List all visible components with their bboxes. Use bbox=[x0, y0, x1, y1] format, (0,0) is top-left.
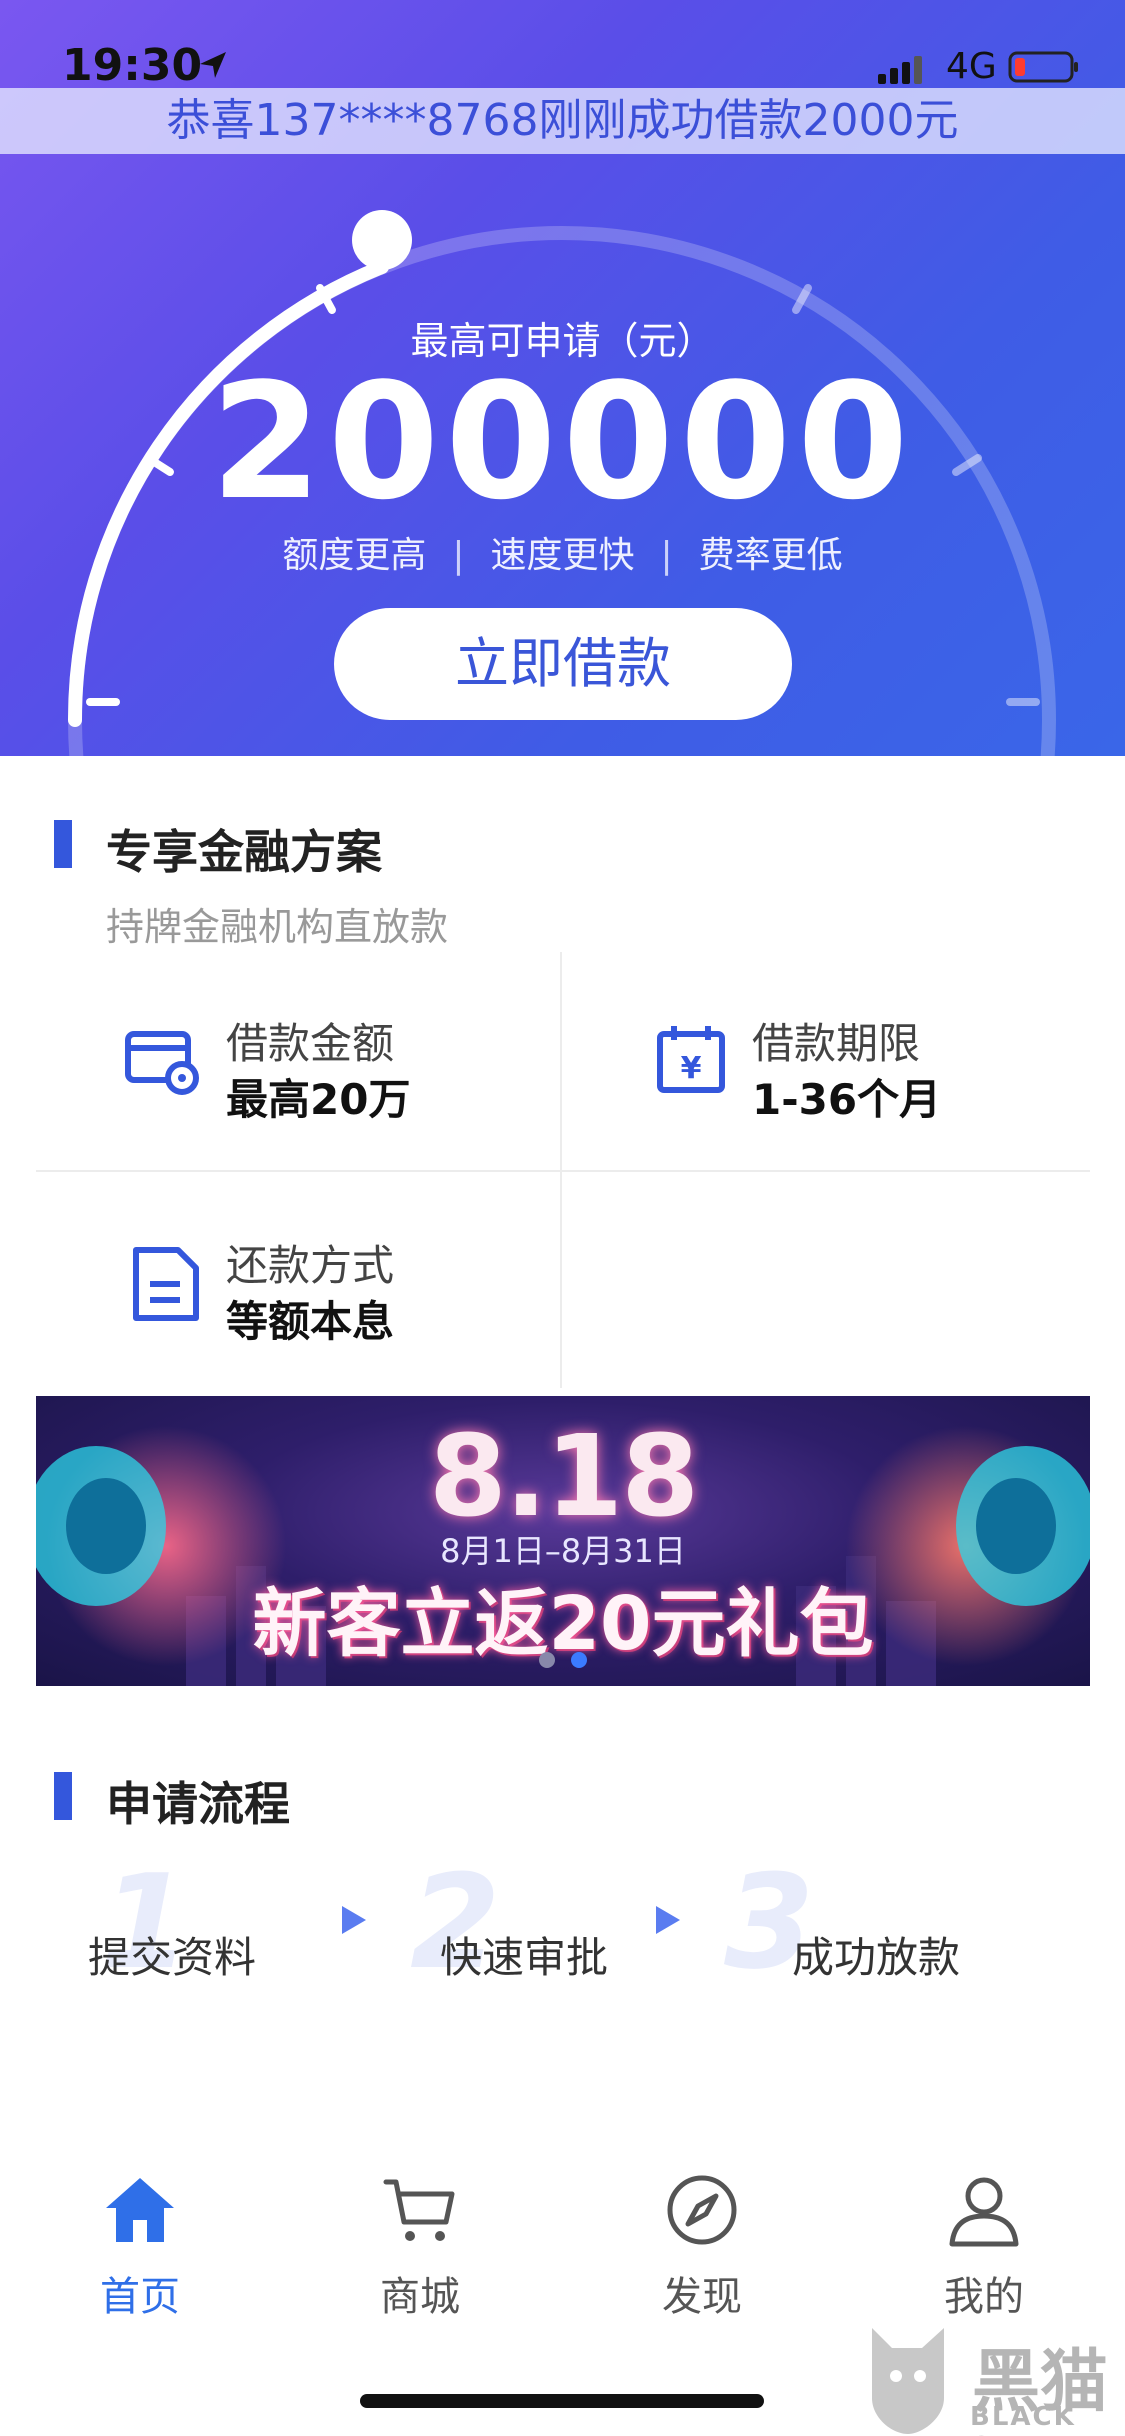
tab-label: 我的 bbox=[944, 2274, 1024, 2320]
user-icon bbox=[949, 2177, 1019, 2247]
step-arrow-icon bbox=[656, 1906, 680, 1934]
tab-mall[interactable]: 商城 bbox=[320, 2170, 520, 2320]
carousel-dot-active[interactable] bbox=[571, 1652, 587, 1668]
home-icon bbox=[106, 2178, 174, 2242]
step-label: 快速审批 bbox=[440, 1933, 609, 1982]
finance-item-label: 借款金额 bbox=[226, 1019, 395, 1068]
finance-item-value: 1-36个月 bbox=[752, 1075, 942, 1124]
grid-divider bbox=[36, 1170, 1090, 1172]
borrow-now-button[interactable]: 立即借款 bbox=[334, 608, 792, 720]
tab-profile[interactable]: 我的 bbox=[884, 2170, 1084, 2320]
compass-icon bbox=[667, 2175, 737, 2245]
status-time: 19:30 bbox=[62, 40, 203, 91]
feature-item: 速度更快 bbox=[490, 535, 635, 576]
hero-section: 19:30 4G 恭喜137****8768刚刚成功借款2000元 最高可申请（… bbox=[0, 0, 1125, 756]
location-arrow-icon bbox=[200, 52, 226, 78]
process-section-title: 申请流程 bbox=[106, 1777, 290, 1831]
step-label: 提交资料 bbox=[88, 1933, 257, 1982]
home-indicator[interactable] bbox=[360, 2394, 764, 2408]
tab-label: 商城 bbox=[380, 2274, 460, 2320]
banner-title: 8.18 bbox=[428, 1412, 699, 1542]
promo-banner[interactable]: 8.18 8月1日–8月31日 新客立返20元礼包 bbox=[36, 1396, 1090, 1686]
carousel-dots[interactable] bbox=[36, 1652, 1090, 1672]
tab-home[interactable]: 首页 bbox=[40, 2170, 240, 2320]
finance-section-subtitle: 持牌金融机构直放款 bbox=[106, 905, 449, 949]
document-icon bbox=[133, 1247, 199, 1321]
feature-separator: | bbox=[660, 535, 673, 576]
finance-item-value: 最高20万 bbox=[226, 1075, 411, 1124]
tab-label: 发现 bbox=[662, 2274, 742, 2320]
battery-low-icon bbox=[1008, 51, 1078, 83]
hero-features: 额度更高 | 速度更快 | 费率更低 bbox=[0, 526, 1125, 578]
finance-item-label: 借款期限 bbox=[752, 1019, 921, 1068]
finance-item-value: 等额本息 bbox=[226, 1297, 395, 1346]
svg-text:¥: ¥ bbox=[681, 1051, 702, 1086]
step-arrow-icon bbox=[342, 1906, 366, 1934]
calendar-yen-icon: ¥ bbox=[657, 1026, 725, 1093]
loan-ticker: 恭喜137****8768刚刚成功借款2000元 bbox=[0, 88, 1125, 154]
status-bar: 19:30 4G bbox=[0, 0, 1125, 91]
feature-item: 费率更低 bbox=[698, 535, 843, 576]
feature-separator: | bbox=[452, 535, 465, 576]
carousel-dot[interactable] bbox=[539, 1652, 555, 1668]
tab-label: 首页 bbox=[100, 2274, 180, 2320]
finance-section-title: 专享金融方案 bbox=[106, 825, 382, 879]
step-label: 成功放款 bbox=[792, 1933, 961, 1982]
network-type: 4G bbox=[946, 46, 997, 87]
section-accent-bar bbox=[54, 820, 72, 868]
finance-item-label: 还款方式 bbox=[226, 1241, 395, 1290]
card-icon bbox=[125, 1031, 199, 1095]
watermark-subtext: BLACK CAT bbox=[970, 2402, 1076, 2436]
tab-discover[interactable]: 发现 bbox=[602, 2170, 802, 2320]
feature-item: 额度更高 bbox=[282, 535, 427, 576]
signal-bars-icon bbox=[878, 56, 922, 84]
section-accent-bar bbox=[54, 1772, 72, 1820]
max-amount-value: 200000 bbox=[210, 348, 915, 535]
cart-icon bbox=[383, 2179, 455, 2241]
